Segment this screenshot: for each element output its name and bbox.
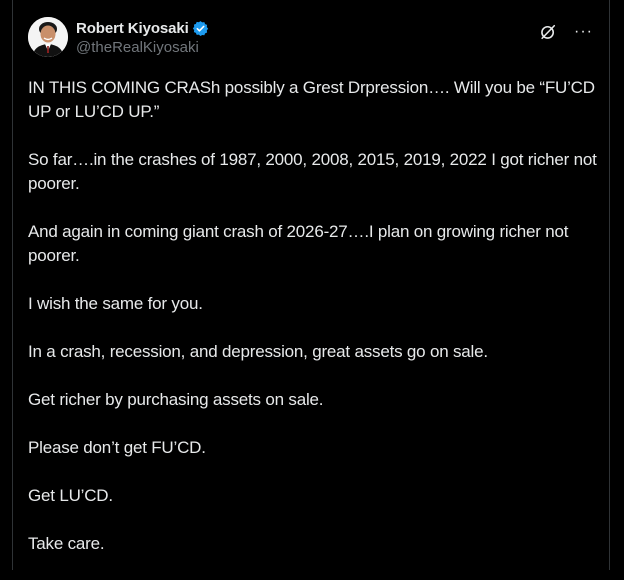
tweet-paragraph: Please don’t get FU’CD. — [28, 438, 206, 457]
avatar-photo — [28, 17, 68, 57]
author-display-name[interactable]: Robert Kiyosaki — [76, 20, 189, 37]
tweet-text: IN THIS COMING CRASh possibly a Grest Dr… — [28, 76, 598, 580]
tweet-paragraph: In a crash, recession, and depression, g… — [28, 342, 488, 361]
tweet-actions: ··· — [538, 22, 593, 42]
tweet-paragraph: Get richer by purchasing assets on sale. — [28, 390, 324, 409]
author-info: Robert Kiyosaki @theRealKiyosaki — [76, 18, 209, 56]
author-name-row: Robert Kiyosaki — [76, 18, 209, 38]
tweet-paragraph: And again in coming giant crash of 2026-… — [28, 222, 573, 265]
verified-badge-icon[interactable] — [192, 20, 209, 37]
grok-icon[interactable] — [538, 22, 558, 42]
tweet-paragraph: I wish the same for you. — [28, 294, 203, 313]
tweet-paragraph: Take care. — [28, 534, 105, 553]
tweet-paragraph: IN THIS COMING CRASh possibly a Grest Dr… — [28, 78, 600, 121]
author-handle[interactable]: @theRealKiyosaki — [76, 39, 209, 56]
tweet-paragraph: So far….in the crashes of 1987, 2000, 20… — [28, 150, 602, 193]
more-options-icon[interactable]: ··· — [574, 23, 593, 41]
tweet-card: Robert Kiyosaki @theRealKiyosaki ··· IN … — [12, 0, 610, 570]
avatar[interactable] — [28, 17, 68, 57]
tweet-paragraph: Get LU’CD. — [28, 486, 113, 505]
